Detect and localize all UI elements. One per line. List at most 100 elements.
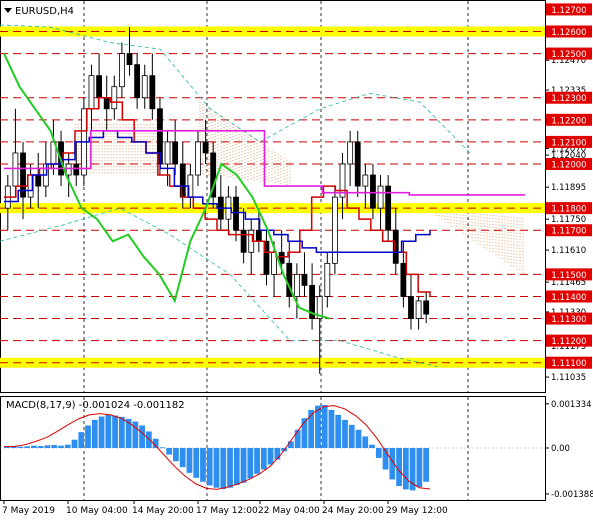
candle-body	[119, 53, 125, 88]
candle-body	[65, 163, 72, 176]
macd-bar	[321, 404, 328, 448]
candle-body	[126, 53, 133, 66]
macd-bar	[139, 425, 145, 448]
macd-bar	[342, 419, 348, 448]
candle-body	[362, 174, 369, 187]
candle-body	[202, 141, 209, 154]
level-label: 1.11800	[551, 205, 586, 215]
macd-bar	[288, 441, 294, 448]
macd-bar	[254, 448, 260, 474]
candle-body	[12, 152, 19, 187]
macd-bar	[58, 445, 64, 448]
macd-bar	[416, 448, 423, 488]
candle-body	[240, 229, 247, 253]
macd-bar	[362, 436, 369, 448]
candle-body	[111, 86, 118, 110]
macd-bar	[44, 445, 51, 448]
candle-body	[423, 300, 430, 315]
time-tick-label: 14 May 20:00	[132, 506, 194, 516]
candle-body	[354, 141, 361, 187]
macd-bar	[64, 444, 71, 448]
kijun-sen-line	[4, 130, 431, 254]
macd-bar	[78, 432, 85, 448]
macd-bar	[193, 448, 200, 478]
candle-body	[96, 75, 102, 99]
macd-bar	[31, 445, 37, 448]
macd-bar	[227, 448, 233, 488]
macd-bar	[355, 429, 362, 448]
candle-body	[347, 141, 354, 165]
macd-bar	[37, 446, 44, 448]
candle-body	[149, 75, 156, 110]
macd-bar	[267, 448, 274, 465]
macd-bar	[213, 448, 220, 488]
macd-bar	[186, 448, 193, 473]
macd-tick-label: 0.001334	[551, 400, 592, 410]
candle-body	[301, 273, 308, 286]
macd-bar	[17, 446, 24, 448]
time-tick-label: 29 May 12:00	[386, 506, 448, 516]
level-label: 1.11300	[551, 315, 586, 325]
candle-body	[88, 75, 95, 110]
candle-body	[195, 141, 201, 176]
level-label: 1.12700	[551, 6, 586, 16]
time-tick-label: 24 May 20:00	[322, 506, 384, 516]
macd-bar	[233, 448, 240, 486]
candle-body	[73, 163, 80, 176]
candle-body	[332, 196, 338, 264]
price-tick-label: 1.11610	[551, 246, 586, 256]
macd-bar	[396, 448, 402, 487]
candle-body	[172, 141, 179, 165]
macd-bar	[247, 448, 254, 479]
price-tick-label: 1.11895	[551, 183, 586, 193]
macd-bar	[375, 448, 382, 458]
macd-bar	[348, 424, 355, 448]
time-tick-label: 7 May 2019	[2, 506, 55, 516]
macd-bar	[98, 416, 105, 448]
level-label: 1.12300	[551, 94, 586, 104]
level-label: 1.11700	[551, 227, 586, 237]
macd-bar	[112, 415, 118, 448]
macd-title: MACD(8,17,9) -0.001024 -0.001182	[6, 400, 185, 411]
macd-bar	[240, 448, 247, 483]
level-label: 1.12000	[551, 160, 586, 170]
macd-bar	[173, 448, 179, 462]
level-label: 1.11100	[551, 359, 586, 369]
level-label: 1.12500	[551, 50, 586, 60]
chart-title: EURUSD,H4	[15, 6, 74, 17]
candle-body	[103, 97, 110, 110]
macd-bar	[335, 414, 342, 448]
macd-tick-label: 0.00	[551, 444, 570, 454]
macd-bar	[294, 429, 301, 448]
macd-bar	[402, 448, 409, 490]
macd-bar	[260, 448, 267, 470]
macd-bar	[105, 414, 112, 448]
macd-bar	[51, 445, 58, 448]
main-panel-frame	[0, 0, 546, 393]
candle-body	[164, 141, 171, 165]
chart-window: 1.127001.126001.124701.123351.122001.120…	[0, 0, 593, 521]
candle-body	[35, 174, 42, 187]
macd-bar	[118, 416, 125, 448]
candle-body	[141, 75, 148, 99]
candle-body	[293, 273, 300, 297]
macd-bar	[315, 405, 321, 448]
band-line	[0, 207, 441, 368]
time-tick-label: 22 May 04:00	[258, 506, 320, 516]
macd-bar	[159, 447, 166, 449]
level-label: 1.11400	[551, 293, 586, 303]
chart-canvas: 1.127001.126001.124701.123351.122001.120…	[0, 0, 593, 516]
level-label: 1.11200	[551, 337, 586, 347]
macd-tick-label: -0.001388	[551, 490, 593, 500]
candle-body	[408, 296, 414, 319]
price-tick-label: 1.11750	[551, 215, 586, 225]
candle-body	[324, 262, 331, 297]
level-label: 1.12200	[551, 116, 586, 126]
macd-bar	[220, 448, 227, 490]
macd-bar	[71, 439, 78, 448]
level-label: 1.12600	[551, 28, 586, 38]
macd-bar	[423, 448, 429, 482]
time-tick-label: 17 May 12:00	[196, 506, 258, 516]
candle-body	[255, 229, 262, 242]
dropdown-arrow-icon	[4, 8, 12, 13]
